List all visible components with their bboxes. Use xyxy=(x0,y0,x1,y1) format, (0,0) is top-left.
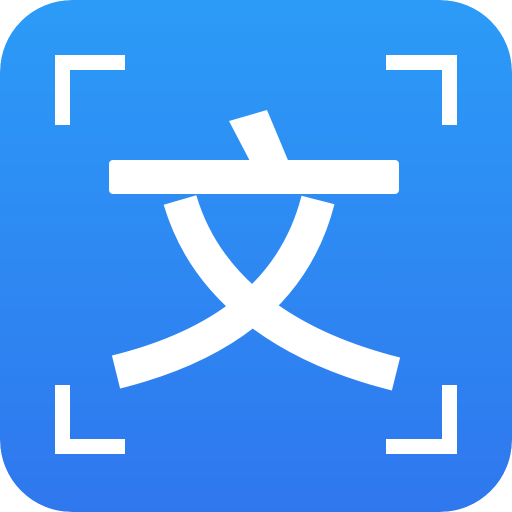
app-icon-graphic xyxy=(0,0,512,512)
icon-background xyxy=(0,0,512,512)
app-icon xyxy=(0,0,512,512)
glyph-horizontal-bar xyxy=(109,160,399,194)
